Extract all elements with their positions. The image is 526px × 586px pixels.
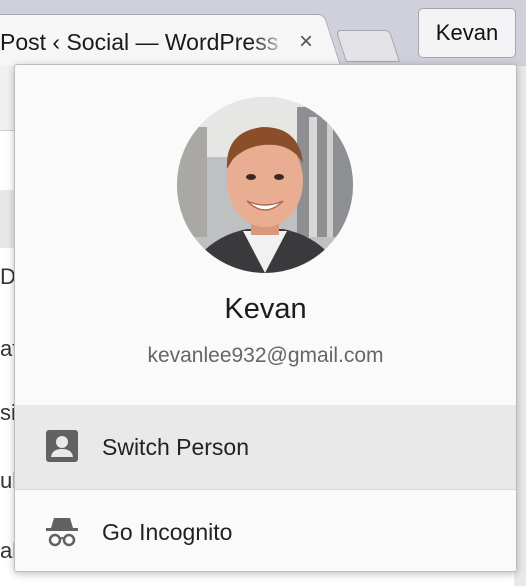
go-incognito-button[interactable]: Go Incognito xyxy=(15,489,516,571)
go-incognito-label: Go Incognito xyxy=(102,519,233,545)
avatar xyxy=(177,97,353,273)
tab-title-fade xyxy=(250,26,290,58)
incognito-icon xyxy=(45,514,79,548)
profile-popup: Kevan kevanlee932@gmail.com Switch Perso… xyxy=(14,64,517,572)
profile-button[interactable]: Kevan xyxy=(418,8,516,58)
person-icon xyxy=(45,429,79,463)
switch-person-label: Switch Person xyxy=(102,434,250,460)
tab-close-icon[interactable]: × xyxy=(294,26,318,58)
tab-title[interactable]: Post ‹ Social — WordPress xyxy=(0,26,290,58)
profile-email: kevanlee932@gmail.com xyxy=(147,344,384,367)
new-tab-button[interactable] xyxy=(335,30,400,62)
profile-name: Kevan xyxy=(224,293,307,325)
switch-person-button[interactable]: Switch Person xyxy=(15,405,516,489)
user-avatar-photo xyxy=(177,97,353,273)
